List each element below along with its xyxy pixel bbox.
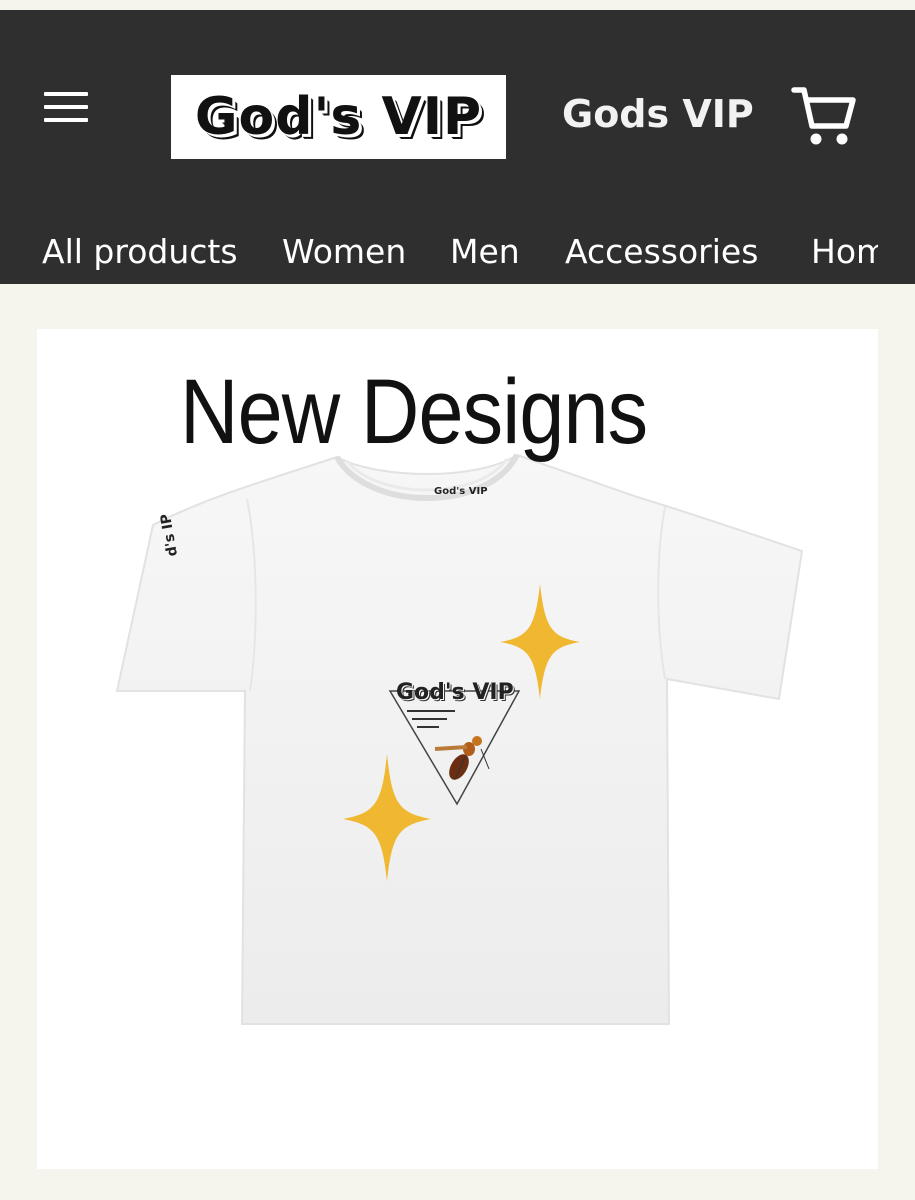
hamburger-menu-icon[interactable] (44, 92, 88, 126)
brand-name-link[interactable]: Gods VIP (562, 92, 754, 136)
category-nav: All products Women Men Accessories Hom (0, 220, 878, 286)
nav-item-all-products[interactable]: All products (42, 232, 238, 271)
menu-line (44, 118, 88, 122)
site-header: God's VIP Gods VIP All products Women Me… (0, 10, 915, 284)
hero-title: New Designs (180, 361, 648, 463)
nav-item-home[interactable]: Hom (811, 232, 878, 271)
nav-item-men[interactable]: Men (450, 232, 520, 271)
nav-item-accessories[interactable]: Accessories (565, 232, 758, 271)
logo-text: God's VIP (194, 87, 483, 147)
status-strip (0, 0, 915, 10)
collar-label: God's VIP (434, 486, 488, 497)
cart-icon-graphic (791, 87, 856, 145)
shopping-cart-icon[interactable] (790, 82, 858, 150)
menu-line (44, 105, 88, 109)
menu-line (44, 92, 88, 96)
nav-item-women[interactable]: Women (282, 232, 406, 271)
shirt-print-text: God's VIP (396, 680, 514, 705)
site-logo[interactable]: God's VIP (171, 75, 506, 159)
